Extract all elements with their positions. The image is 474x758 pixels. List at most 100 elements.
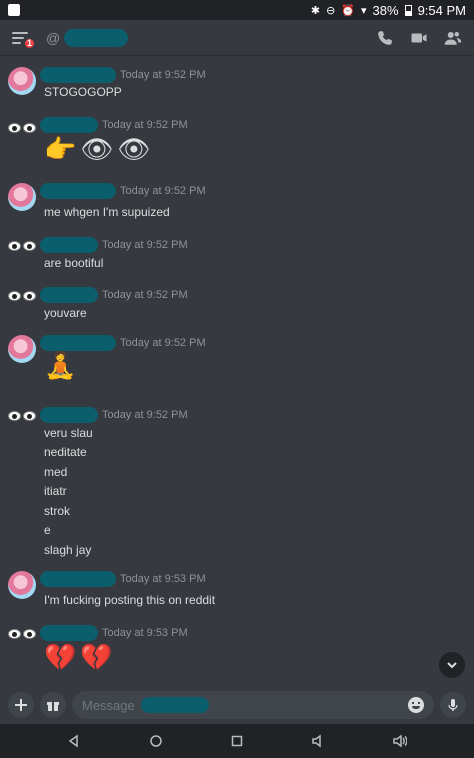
eye-icon <box>8 411 21 421</box>
volume-up-icon[interactable] <box>392 734 407 748</box>
video-call-icon[interactable] <box>410 29 428 47</box>
eye-icon <box>8 241 21 251</box>
eye-icon <box>23 411 36 421</box>
emoji-message: 💔 💔 <box>44 643 113 671</box>
avatar[interactable] <box>8 627 38 641</box>
eye-icon <box>23 123 36 133</box>
avatar[interactable] <box>8 289 38 303</box>
message-list[interactable]: Today at 9:52 PM STOGOGOPP Today at 9:52… <box>0 57 474 685</box>
redacted-username <box>140 697 209 713</box>
message-header: Today at 9:52 PM <box>40 183 206 199</box>
menu-button[interactable]: 1 <box>12 27 36 50</box>
message-header: Today at 9:52 PM <box>40 67 206 83</box>
timestamp: Today at 9:52 PM <box>102 239 188 251</box>
timestamp: Today at 9:52 PM <box>120 69 206 81</box>
message-text: veru slau <box>44 426 93 440</box>
back-icon[interactable] <box>67 734 81 748</box>
message-placeholder: Message <box>82 697 135 713</box>
avatar[interactable] <box>8 409 38 423</box>
emoji-message: 🧘 <box>44 351 76 379</box>
message-text: STOGOGOPP <box>44 85 122 99</box>
message-text: I'm fucking posting this on reddit <box>44 593 216 607</box>
avatar[interactable] <box>8 67 36 95</box>
timestamp: Today at 9:52 PM <box>102 289 188 301</box>
plus-icon <box>15 699 27 711</box>
members-icon[interactable] <box>444 29 462 47</box>
emoji-message: 👉 👁 👁 <box>44 135 150 163</box>
add-attachment-button[interactable] <box>8 692 34 718</box>
avatar[interactable] <box>8 121 38 135</box>
message-header: Today at 9:52 PM <box>40 287 188 303</box>
redacted-username[interactable] <box>40 67 116 83</box>
microphone-icon <box>448 699 458 711</box>
pointing-finger-emoji: 👉 <box>44 134 77 164</box>
message-text: youvare <box>44 306 87 320</box>
volume-down-icon[interactable] <box>311 734 325 748</box>
redacted-username[interactable] <box>40 237 98 253</box>
redacted-username[interactable] <box>40 183 116 199</box>
channel-header: 1 @ <box>0 20 474 56</box>
gift-icon <box>47 702 59 711</box>
dm-at-symbol: @ <box>46 29 61 46</box>
emoji-picker-icon[interactable] <box>408 697 424 713</box>
message-composer: Message <box>0 686 474 724</box>
redacted-username[interactable] <box>40 407 98 423</box>
message-text: med <box>44 465 68 479</box>
gift-button[interactable] <box>40 692 66 718</box>
message-text: are bootiful <box>44 256 104 270</box>
dnd-icon: ⊖ <box>326 4 336 17</box>
broken-heart-emoji: 💔 <box>80 642 113 672</box>
voice-call-icon[interactable] <box>376 29 394 47</box>
timestamp: Today at 9:52 PM <box>102 119 188 131</box>
broken-heart-emoji: 💔 <box>44 642 77 672</box>
wifi-icon: ▾ <box>361 4 367 17</box>
message-text: slagh jay <box>44 543 92 557</box>
redacted-username[interactable] <box>40 117 98 133</box>
eye-emoji: 👁 <box>80 134 114 164</box>
timestamp: Today at 9:53 PM <box>120 573 206 585</box>
timestamp: Today at 9:53 PM <box>102 627 188 639</box>
clock: 9:54 PM <box>417 2 466 18</box>
timestamp: Today at 9:52 PM <box>120 185 206 197</box>
recents-icon[interactable] <box>230 734 244 748</box>
redacted-username[interactable] <box>40 335 116 351</box>
notification-icon <box>8 4 20 16</box>
voice-message-button[interactable] <box>440 692 466 718</box>
eye-emoji: 👁 <box>117 134 151 164</box>
message-header: Today at 9:52 PM <box>40 407 188 423</box>
eye-icon <box>23 291 36 301</box>
avatar[interactable] <box>8 183 36 211</box>
avatar[interactable] <box>8 571 36 599</box>
unread-badge: 1 <box>23 36 36 50</box>
message-text: neditate <box>44 445 87 459</box>
bluetooth-icon: ✱ <box>310 4 321 17</box>
eye-icon <box>23 629 36 639</box>
redacted-username <box>64 28 129 47</box>
message-header: Today at 9:52 PM <box>40 117 188 133</box>
message-text: e <box>44 523 51 537</box>
avatar[interactable] <box>8 239 38 253</box>
alarm-icon: ⏰ <box>341 4 356 17</box>
timestamp: Today at 9:52 PM <box>102 409 188 421</box>
redacted-username[interactable] <box>40 571 116 587</box>
header-actions <box>376 29 462 47</box>
message-header: Today at 9:52 PM <box>40 335 206 351</box>
system-nav-bar <box>0 724 474 758</box>
meditating-person-emoji: 🧘 <box>44 350 77 380</box>
home-icon[interactable] <box>149 734 163 748</box>
message-text: itiatr <box>44 484 67 498</box>
eye-icon <box>23 241 36 251</box>
avatar[interactable] <box>8 335 36 363</box>
status-right: ✱ ⊖ ⏰ ▾ 38% 9:54 PM <box>311 3 466 18</box>
status-bar: ✱ ⊖ ⏰ ▾ 38% 9:54 PM <box>0 0 474 20</box>
redacted-username[interactable] <box>40 625 98 641</box>
chevron-down-icon <box>447 662 457 669</box>
message-header: Today at 9:53 PM <box>40 571 206 587</box>
message-input[interactable]: Message <box>72 691 434 719</box>
jump-to-bottom-button[interactable] <box>439 652 465 678</box>
redacted-username[interactable] <box>40 287 98 303</box>
eye-icon <box>8 123 21 133</box>
message-text: me whgen I'm supuized <box>44 205 170 219</box>
battery-icon <box>404 4 412 16</box>
eye-icon <box>8 629 21 639</box>
